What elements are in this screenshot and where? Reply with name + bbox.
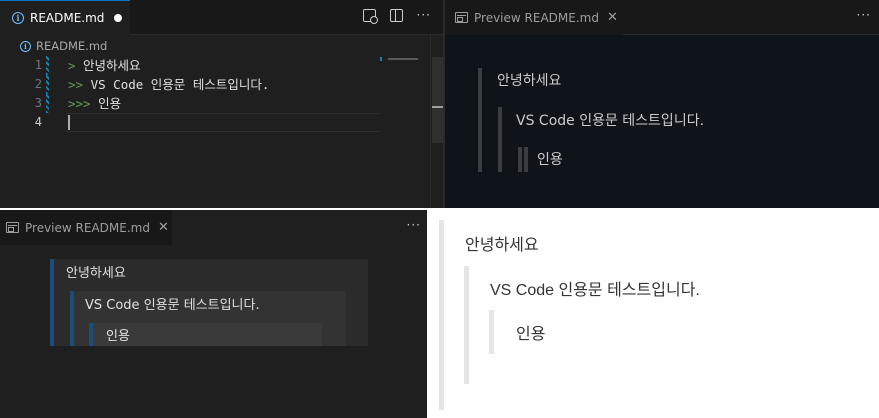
tab-label: README.md xyxy=(30,11,105,25)
tab-preview-readme[interactable]: Preview README.md ✕ xyxy=(0,210,172,245)
line-text: 안녕하세요 xyxy=(75,58,141,73)
scrollbar-thumb[interactable] xyxy=(432,57,443,143)
breadcrumb-file[interactable]: README.md xyxy=(36,39,107,53)
tab-preview-readme[interactable]: Preview README.md ✕ xyxy=(445,0,623,35)
line-text: VS Code 인용문 테스트입니다. xyxy=(83,77,270,92)
line-number: 1 xyxy=(34,58,42,72)
preview-actions: ··· xyxy=(407,219,421,231)
blockquote-level-3-inner xyxy=(524,147,534,172)
quote-text-1: 안녕하세요 xyxy=(66,266,126,281)
gutter-change-marker[interactable] xyxy=(46,75,49,94)
editor-actions: ··· xyxy=(362,9,431,24)
tab-readme[interactable]: i README.md xyxy=(0,0,130,35)
markdown-editor-panel: i README.md ··· i README.md 1 > 안녕하세요 2 … xyxy=(0,0,443,208)
quote-text-3: 인용 xyxy=(106,329,130,344)
line-number: 2 xyxy=(34,77,42,91)
info-icon: i xyxy=(12,12,24,24)
info-icon: i xyxy=(20,40,31,52)
split-editor-icon[interactable] xyxy=(389,9,403,22)
tab-label: Preview README.md xyxy=(474,10,599,25)
line-number: 3 xyxy=(34,96,42,110)
quote-text-1: 안녕하세요 xyxy=(497,73,562,89)
preview-content: 안녕하세요 VS Code 인용문 테스트입니다. 인용 xyxy=(445,35,879,208)
current-line-highlight xyxy=(66,113,380,132)
minimap[interactable] xyxy=(380,57,428,61)
editor-tab-bar: i README.md ··· xyxy=(0,0,443,35)
quote-text-1: 안녕하세요 xyxy=(465,237,539,254)
preview-file-icon xyxy=(6,222,19,233)
quote-text-3: 인용 xyxy=(516,326,546,343)
text-cursor xyxy=(68,115,70,130)
vertical-scrollbar[interactable] xyxy=(430,35,443,208)
code-line-1[interactable]: 1 > 안녕하세요 xyxy=(0,56,430,75)
dark-preview-panel-alt: Preview README.md ✕ ··· 안녕하세요 VS Code 인용… xyxy=(0,210,427,418)
code-line-2[interactable]: 2 >> VS Code 인용문 테스트입니다. xyxy=(0,75,430,94)
quote-marker: >>> xyxy=(68,96,91,111)
more-actions-icon[interactable]: ··· xyxy=(417,9,431,22)
gutter-change-marker[interactable] xyxy=(46,94,49,113)
breadcrumb[interactable]: i README.md xyxy=(20,39,107,53)
line-number: 4 xyxy=(34,115,42,129)
quote-text-2: VS Code 인용문 테스트입니다. xyxy=(516,113,705,129)
line-text: 인용 xyxy=(90,96,122,111)
open-preview-icon[interactable] xyxy=(362,9,378,24)
quote-text-2: VS Code 인용문 테스트입니다. xyxy=(490,282,700,299)
gutter-change-marker[interactable] xyxy=(46,56,49,75)
dark-preview-panel: Preview README.md ✕ ··· 안녕하세요 VS Code 인용… xyxy=(445,0,879,208)
code-line-4[interactable]: 4 xyxy=(0,113,430,132)
quote-marker: >> xyxy=(68,77,84,92)
close-icon[interactable]: ✕ xyxy=(158,220,169,235)
more-actions-icon[interactable]: ··· xyxy=(407,219,421,231)
minimap-marker xyxy=(380,57,382,61)
quote-marker: > xyxy=(68,58,76,73)
quote-text-3: 인용 xyxy=(537,152,563,168)
scrollbar-cursor-marker xyxy=(432,106,443,108)
more-actions-icon[interactable]: ··· xyxy=(857,9,871,21)
minimap-line xyxy=(388,58,418,60)
preview-file-icon xyxy=(455,12,468,23)
blockquote-level-3 xyxy=(518,147,838,172)
preview-actions: ··· xyxy=(857,9,871,21)
tab-label: Preview README.md xyxy=(25,220,150,235)
code-line-3[interactable]: 3 >>> 인용 xyxy=(0,94,430,113)
preview-tab-bar: Preview README.md ✕ ··· xyxy=(0,210,427,245)
quote-text-2: VS Code 인용문 테스트입니다. xyxy=(85,298,260,313)
close-icon[interactable]: ✕ xyxy=(607,10,618,25)
preview-tab-bar: Preview README.md ✕ ··· xyxy=(445,0,879,35)
code-area[interactable]: 1 > 안녕하세요 2 >> VS Code 인용문 테스트입니다. 3 >>>… xyxy=(0,56,430,132)
unsaved-dot-icon[interactable] xyxy=(114,14,123,22)
light-preview-panel: 안녕하세요 VS Code 인용문 테스트입니다. 인용 xyxy=(427,210,879,418)
